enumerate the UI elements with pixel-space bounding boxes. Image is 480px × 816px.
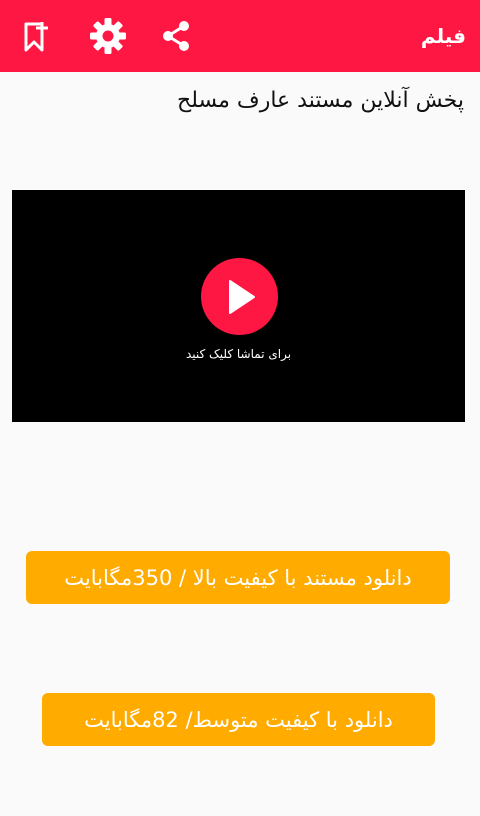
download-medium-quality-button[interactable]: دانلود با کیفیت متوسط/ 82مگابایت — [42, 693, 435, 746]
play-icon — [228, 279, 255, 314]
bookmark-add-icon — [24, 22, 48, 52]
gear-icon — [90, 18, 126, 54]
play-caption: برای تماشا کلیک کنید — [185, 347, 292, 361]
video-player[interactable]: برای تماشا کلیک کنید — [12, 190, 465, 422]
play-button[interactable] — [201, 258, 278, 335]
settings-button[interactable] — [84, 12, 132, 60]
download-high-quality-button[interactable]: دانلود مستند با کیفیت بالا / 350مگابایت — [26, 551, 450, 604]
add-bookmark-button[interactable] — [14, 12, 62, 60]
app-bar: فیلم — [0, 0, 480, 72]
share-button[interactable] — [152, 12, 200, 60]
app-title: فیلم — [420, 24, 466, 48]
share-icon — [163, 21, 189, 51]
page-title: پخش آنلاین مستند عارف مسلح — [177, 88, 464, 113]
